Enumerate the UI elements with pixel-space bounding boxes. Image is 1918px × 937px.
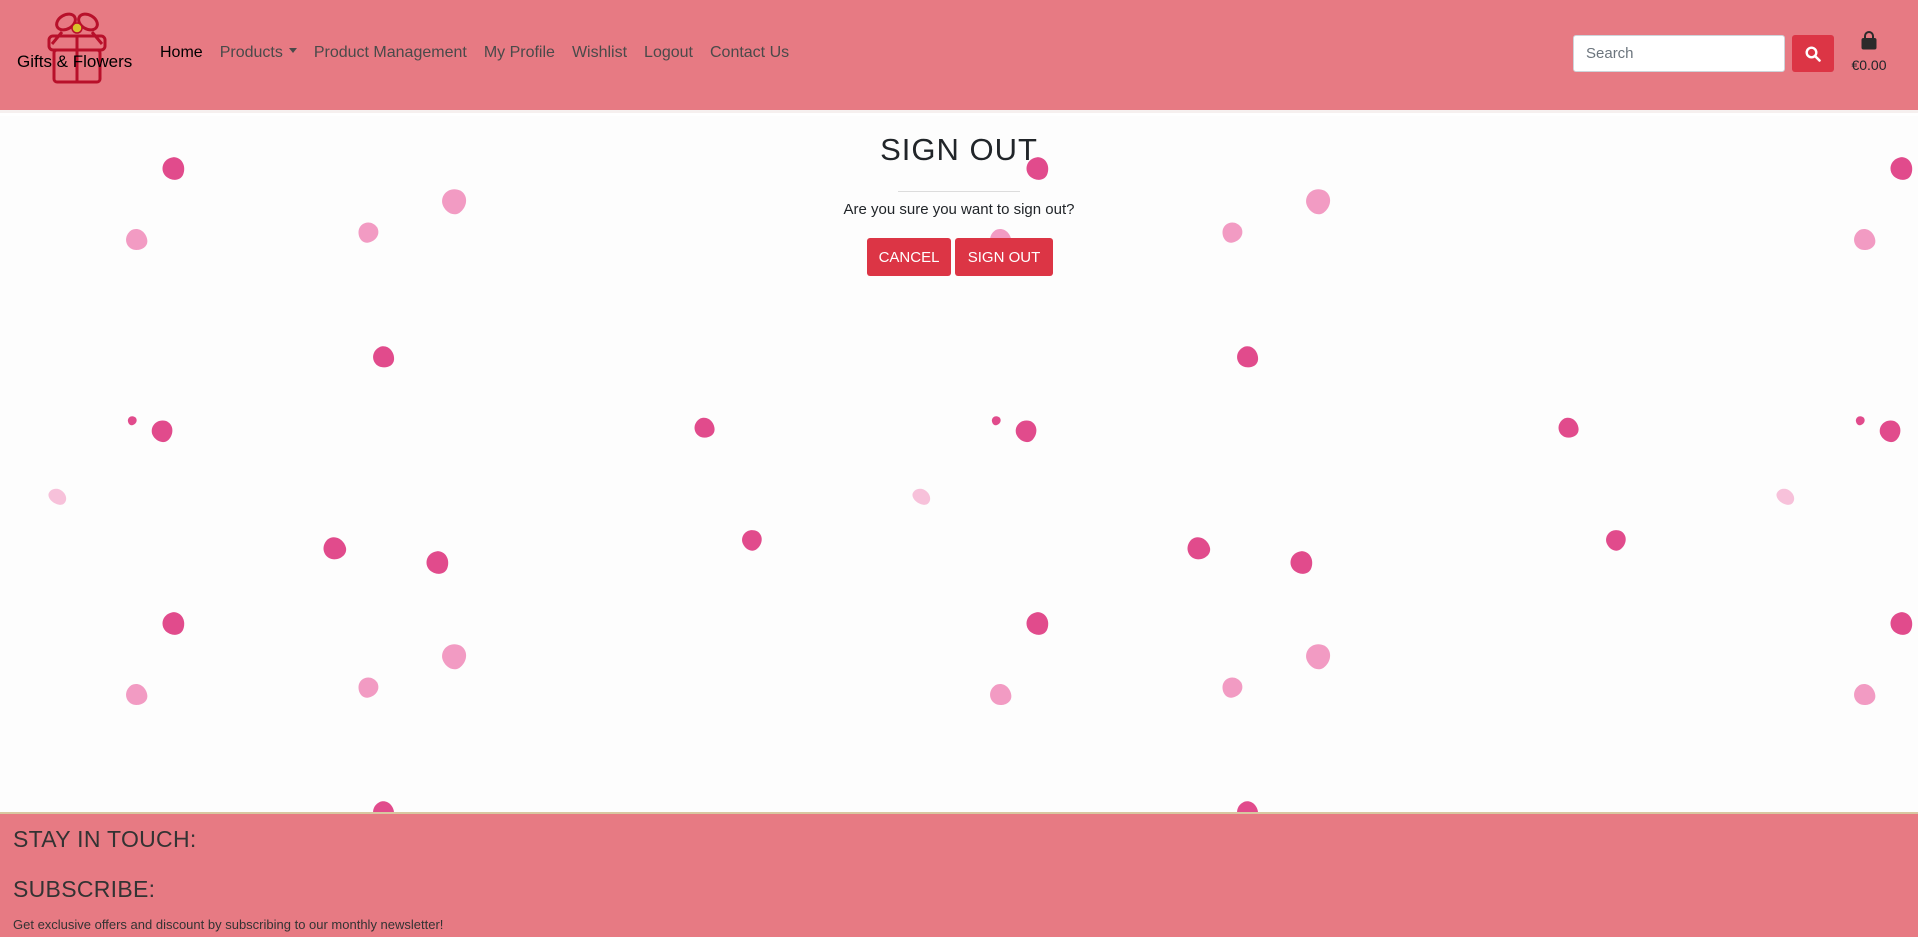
nav-product-management[interactable]: Product Management — [314, 44, 467, 62]
nav-wishlist[interactable]: Wishlist — [572, 44, 627, 62]
nav-my-profile[interactable]: My Profile — [484, 44, 555, 62]
navbar: Gifts & Flowers Home Products Product Ma… — [0, 0, 1918, 113]
newsletter-text: Get exclusive offers and discount by sub… — [13, 917, 444, 932]
bag-total: €0.00 — [1851, 57, 1887, 73]
page-title: SIGN OUT — [880, 132, 1038, 167]
nav-home[interactable]: Home — [160, 44, 203, 62]
brand-name: Gifts & Flowers — [17, 52, 133, 71]
search-button[interactable] — [1792, 35, 1834, 72]
shopping-bag-link[interactable]: €0.00 — [1850, 30, 1888, 80]
title-divider — [898, 191, 1020, 192]
subscribe-heading: SUBSCRIBE: — [13, 876, 156, 902]
search-icon — [1805, 45, 1821, 62]
footer: STAY IN TOUCH: SUBSCRIBE: Get exclusive … — [0, 812, 1918, 937]
petal-background — [0, 116, 1918, 812]
nav-contact-us[interactable]: Contact Us — [710, 44, 789, 62]
nav-products-dropdown[interactable]: Products — [220, 44, 297, 62]
nav-logout[interactable]: Logout — [644, 44, 693, 62]
gift-box-icon — [47, 12, 107, 84]
nav-products-label: Products — [219, 44, 283, 61]
cancel-button[interactable]: CANCEL — [867, 238, 951, 276]
signout-section: SIGN OUT Are you sure you want to sign o… — [0, 116, 1918, 812]
search-input[interactable] — [1573, 35, 1785, 72]
brand-logo-link[interactable]: Gifts & Flowers — [14, 10, 136, 84]
signout-question: Are you sure you want to sign out? — [843, 201, 1075, 218]
stay-in-touch-heading: STAY IN TOUCH: — [13, 826, 197, 852]
caret-down-icon — [288, 48, 297, 54]
shopping-bag-icon — [1861, 31, 1877, 50]
main-nav: Home Products Product Management My Prof… — [160, 44, 806, 62]
sign-out-button[interactable]: SIGN OUT — [955, 238, 1053, 276]
